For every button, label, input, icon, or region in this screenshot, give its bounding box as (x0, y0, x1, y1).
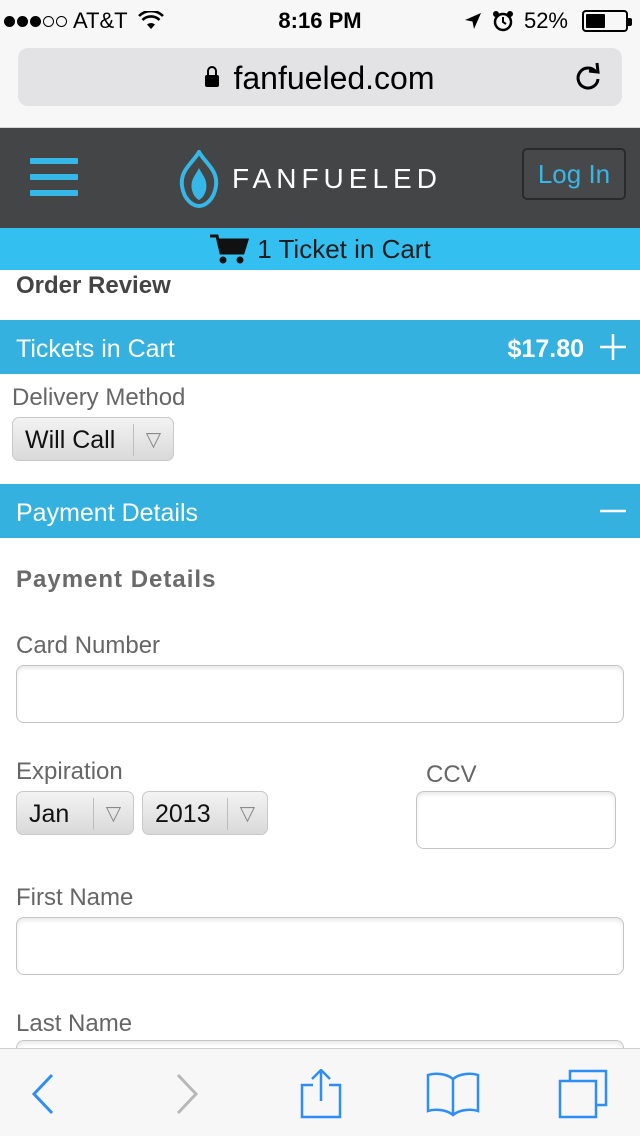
first-name-field[interactable] (16, 917, 624, 975)
ccv-field[interactable] (416, 791, 616, 849)
section-title: Payment Details (16, 499, 199, 527)
location-arrow-icon (464, 13, 481, 29)
brand-name: FANFUELED (232, 163, 442, 194)
first-name-label: First Name (16, 884, 134, 911)
expand-plus-icon[interactable] (598, 332, 628, 362)
bookmarks-icon[interactable] (426, 1069, 480, 1119)
tabs-icon[interactable] (556, 1069, 610, 1119)
chevron-down-icon: ▽ (93, 798, 133, 830)
lock-icon (205, 66, 220, 87)
chevron-down-icon: ▽ (227, 798, 267, 830)
reload-icon[interactable] (572, 61, 604, 93)
share-icon[interactable] (296, 1069, 346, 1119)
expiration-month-select[interactable]: Jan ▽ (16, 791, 134, 835)
section-title: Tickets in Cart (16, 335, 175, 363)
battery-icon (582, 10, 632, 32)
hamburger-menu-icon[interactable] (30, 158, 78, 196)
login-button[interactable]: Log In (522, 148, 626, 200)
address-bar[interactable]: fanfueled.com (18, 48, 622, 106)
cart-total: $17.80 (507, 335, 584, 363)
tickets-section-header[interactable]: Tickets in Cart $17.80 (0, 320, 640, 374)
browser-toolbar (0, 1048, 640, 1136)
delivery-method-value: Will Call (25, 426, 116, 454)
payment-section-header[interactable]: Payment Details (0, 484, 640, 538)
expiration-label: Expiration (16, 758, 123, 785)
payment-details-heading: Payment Details (16, 566, 217, 593)
last-name-label: Last Name (16, 1010, 133, 1037)
card-number-field[interactable] (16, 665, 624, 723)
delivery-method-label: Delivery Method (12, 384, 186, 411)
site-header: FANFUELED Log In (0, 128, 640, 228)
page-title: Order Review (16, 272, 171, 299)
chevron-down-icon: ▽ (133, 424, 173, 456)
expiration-year-select[interactable]: 2013 ▽ (142, 791, 268, 835)
collapse-minus-icon[interactable] (598, 496, 628, 526)
delivery-method-select[interactable]: Will Call ▽ (12, 417, 174, 461)
url-text: fanfueled.com (233, 60, 435, 96)
back-arrow-icon[interactable] (20, 1069, 70, 1119)
cart-count-text: 1 Ticket in Cart (257, 233, 431, 264)
battery-percent: 52% (523, 8, 568, 33)
shopping-cart-icon (210, 234, 250, 264)
forward-arrow-icon[interactable] (160, 1069, 210, 1119)
cart-banner[interactable]: 1 Ticket in Cart (0, 228, 640, 270)
expiration-month-value: Jan (29, 800, 70, 828)
status-bar: AT&T 8:16 PM 52% (0, 0, 640, 40)
alarm-clock-icon (492, 11, 513, 32)
browser-address-area: fanfueled.com (0, 40, 640, 128)
card-number-label: Card Number (16, 632, 161, 659)
expiration-year-value: 2013 (155, 800, 211, 828)
flame-logo-icon (179, 150, 219, 208)
site-logo[interactable]: FANFUELED (178, 150, 442, 208)
ccv-label: CCV (426, 761, 477, 788)
